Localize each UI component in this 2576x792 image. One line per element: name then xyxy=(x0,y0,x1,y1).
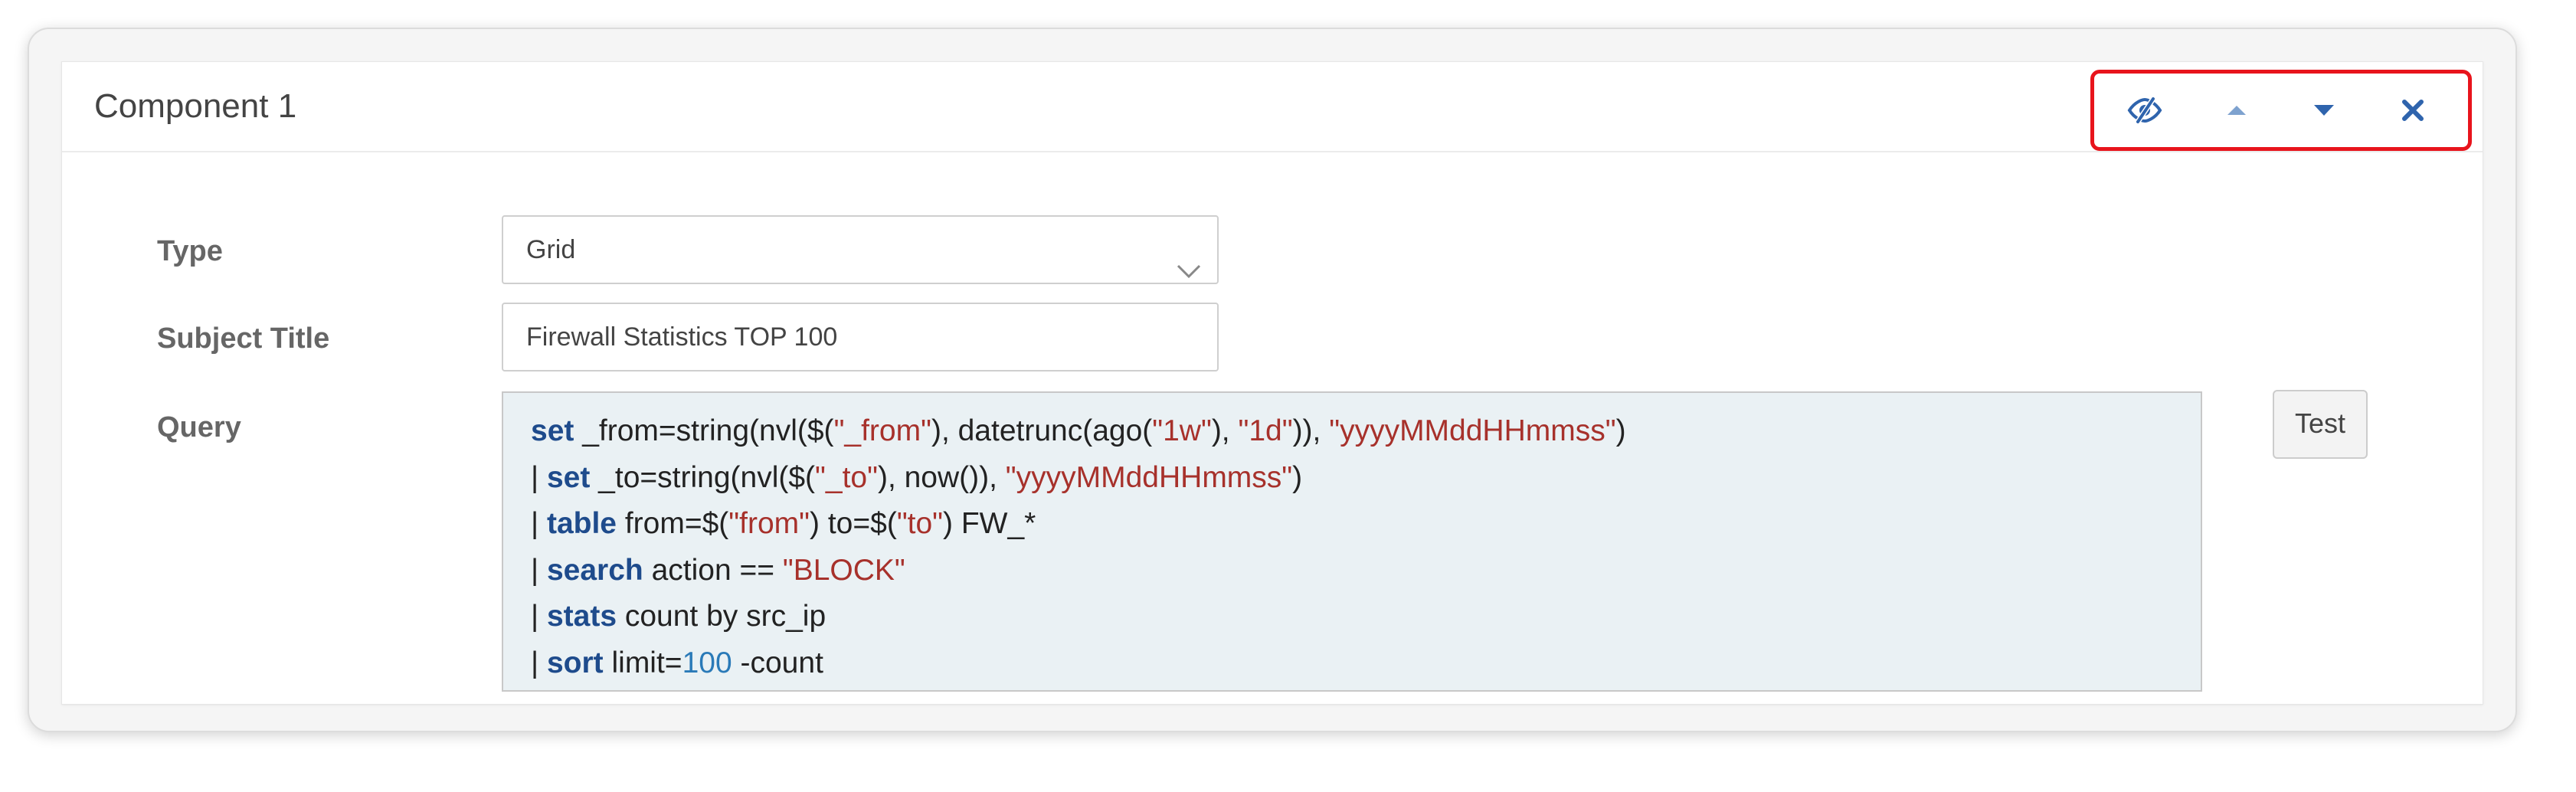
query-text: count by src_ip xyxy=(617,600,826,633)
query-line: | set _to=string(nvl($("_to"), now()), "… xyxy=(531,455,2173,502)
query-number: 100 xyxy=(682,646,732,679)
query-string: "1d" xyxy=(1238,414,1293,447)
query-line: | sort limit=100 -count xyxy=(531,640,2173,687)
panel-header: Component 1 xyxy=(62,62,2483,152)
type-select-value: Grid xyxy=(526,235,576,264)
query-keyword: table xyxy=(546,507,617,540)
query-string: "to" xyxy=(896,507,944,540)
query-text: from=$( xyxy=(617,507,729,540)
query-keyword: search xyxy=(546,553,643,587)
component-card-frame: Component 1 Type Grid Subject Title Fire… xyxy=(28,28,2517,732)
subject-title-label: Subject Title xyxy=(157,322,330,355)
query-keyword: set xyxy=(546,460,591,494)
test-button[interactable]: Test xyxy=(2273,390,2368,459)
caret-up-icon xyxy=(2226,103,2247,117)
query-text: ) xyxy=(1292,460,1303,494)
query-string: "1w" xyxy=(1152,414,1212,447)
query-text: action == xyxy=(643,553,783,587)
query-string: "from" xyxy=(728,507,810,540)
query-text: -count xyxy=(732,646,823,679)
caret-down-icon xyxy=(2313,103,2335,118)
query-text: | xyxy=(531,507,547,540)
type-select[interactable]: Grid xyxy=(502,215,1219,284)
query-text: ) xyxy=(1615,414,1626,447)
component-panel: Component 1 Type Grid Subject Title Fire… xyxy=(61,61,2483,705)
query-text: ) to=$( xyxy=(810,507,897,540)
query-line: | search action == "BLOCK" xyxy=(531,548,2173,594)
chevron-down-icon xyxy=(1176,238,1202,304)
query-keyword: sort xyxy=(546,646,604,679)
type-label: Type xyxy=(157,235,223,267)
move-up-button[interactable] xyxy=(2218,93,2255,127)
query-text: _from=string(nvl($( xyxy=(574,414,834,447)
query-string: "yyyyMMddHHmmss" xyxy=(1329,414,1616,447)
subject-title-value: Firewall Statistics TOP 100 xyxy=(526,322,838,352)
query-text: ), xyxy=(1211,414,1239,447)
query-string: "_to" xyxy=(815,460,878,494)
query-keyword: stats xyxy=(546,600,617,633)
query-text: | xyxy=(531,600,547,633)
query-keyword: set xyxy=(531,414,574,447)
remove-component-button[interactable] xyxy=(2394,93,2431,127)
component-toolbar xyxy=(2090,70,2472,151)
component-title: Component 1 xyxy=(94,87,297,125)
move-down-button[interactable] xyxy=(2306,93,2342,127)
query-line: set _from=string(nvl($("_from"), datetru… xyxy=(531,408,2173,455)
query-text: ), now()), xyxy=(877,460,1006,494)
close-icon xyxy=(2401,98,2425,123)
query-line: | table from=$("from") to=$("to") FW_* xyxy=(531,501,2173,548)
query-text: limit= xyxy=(603,646,682,679)
query-text: | xyxy=(531,646,547,679)
eye-slash-icon xyxy=(2127,97,2162,124)
query-text: ) FW_* xyxy=(943,507,1036,540)
query-string: "yyyyMMddHHmmss" xyxy=(1005,460,1293,494)
subject-title-input[interactable]: Firewall Statistics TOP 100 xyxy=(502,303,1219,371)
query-text: | xyxy=(531,460,547,494)
query-text: )), xyxy=(1292,414,1330,447)
query-string: "BLOCK" xyxy=(782,553,905,587)
query-text: | xyxy=(531,553,547,587)
query-label: Query xyxy=(157,411,241,443)
query-editor[interactable]: set _from=string(nvl($("_from"), datetru… xyxy=(502,391,2202,692)
toggle-visibility-button[interactable] xyxy=(2126,93,2163,127)
query-string: "_from" xyxy=(833,414,931,447)
query-line: | stats count by src_ip xyxy=(531,594,2173,640)
query-text: _to=string(nvl($( xyxy=(590,460,816,494)
query-text: ), datetrunc(ago( xyxy=(931,414,1153,447)
